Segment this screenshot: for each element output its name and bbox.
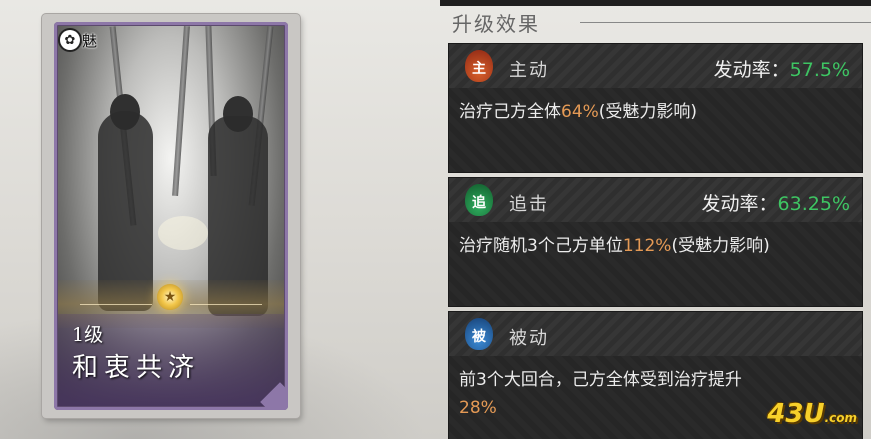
trigger-rate-value: 63.25% [777, 193, 850, 215]
desc-text: 治疗己方全体 [459, 102, 561, 122]
card-title: 和衷共济 [72, 353, 201, 383]
pursuit-skill-icon: 追 [465, 184, 493, 216]
skill-entry-pursuit[interactable]: 追 追击 发动率：63.25% 治疗随机3个己方单位112%(受魅力影响) [449, 178, 862, 306]
skill-type-label: 被动 [509, 328, 549, 349]
panel-title: 升级效果 [452, 12, 540, 36]
skill-type-label: 主动 [509, 60, 549, 81]
trigger-rate-value: 57.5% [789, 59, 850, 81]
skill-entry-active[interactable]: 主 主动 发动率：57.5% 治疗己方全体64%(受魅力影响) [449, 44, 862, 172]
trigger-rate: 发动率：63.25% [702, 189, 850, 216]
passive-skill-icon: 被 [465, 318, 493, 350]
watermark-main: 43U [767, 399, 825, 429]
watermark-suffix: .com [824, 411, 857, 425]
card-level: 1级 [72, 324, 104, 346]
title-divider [580, 22, 871, 23]
desc-text: 治疗随机3个己方单位 [459, 236, 623, 256]
desc-text: (受魅力影响) [671, 236, 770, 256]
skill-card[interactable]: ★ ✿ 魅 1级 和衷共济 [54, 22, 288, 410]
desc-text: (受魅力影响) [598, 102, 698, 122]
trigger-rate: 发动率：57.5% [714, 55, 850, 82]
desc-highlight: 64% [561, 102, 599, 122]
skill-type-label: 追击 [509, 194, 549, 215]
faction-emblem-icon: ✿ [60, 30, 80, 50]
faction-label: 魅 [82, 31, 98, 50]
active-skill-icon: 主 [465, 50, 493, 82]
faction-badge: ✿ 魅 [60, 28, 110, 52]
star-icon: ★ [157, 284, 183, 310]
desc-text: 前3个大回合，己方全体受到治疗提升 [459, 370, 742, 390]
site-watermark-logo: 43U.com [767, 399, 857, 429]
desc-highlight: 28% [459, 398, 497, 418]
skill-description: 治疗己方全体64%(受魅力影响) [459, 98, 848, 126]
trigger-rate-label: 发动率： [701, 193, 778, 215]
desc-highlight: 112% [622, 236, 672, 256]
trigger-rate-label: 发动率： [713, 59, 790, 81]
panel-top-border [440, 0, 871, 6]
skill-description: 治疗随机3个己方单位112%(受魅力影响) [459, 232, 848, 260]
